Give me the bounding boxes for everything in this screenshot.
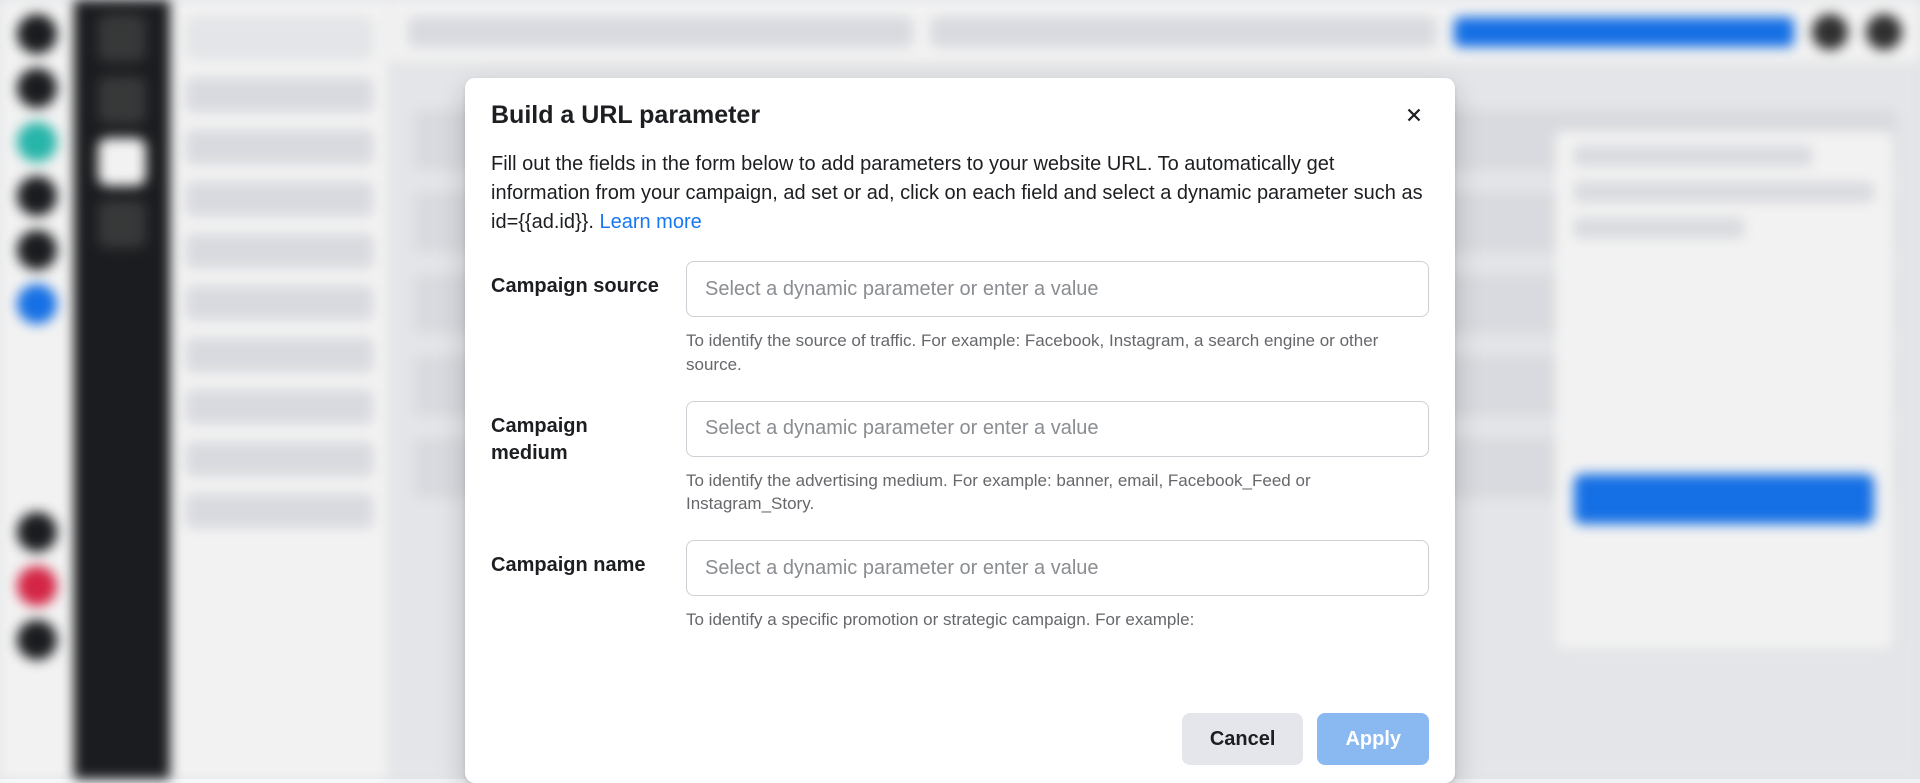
campaign-source-input[interactable] [686,261,1429,317]
learn-more-link[interactable]: Learn more [599,211,701,233]
campaign-medium-help: To identify the advertising medium. For … [686,469,1429,517]
intro-paragraph: Fill out the fields in the form below to… [491,150,1429,237]
apply-button[interactable]: Apply [1317,713,1429,765]
campaign-name-label: Campaign name [491,540,666,632]
modal-header: Build a URL parameter [465,78,1455,136]
campaign-medium-label: Campaign medium [491,401,666,517]
modal-title: Build a URL parameter [491,101,760,130]
campaign-name-help: To identify a specific promotion or stra… [686,608,1429,632]
campaign-name-input[interactable] [686,540,1429,596]
cancel-button[interactable]: Cancel [1182,713,1304,765]
campaign-source-label: Campaign source [491,261,666,377]
url-parameter-modal: Build a URL parameter Fill out the field… [465,78,1455,783]
close-button[interactable] [1399,100,1429,130]
campaign-source-row: Campaign source To identify the source o… [491,261,1429,377]
modal-body[interactable]: Fill out the fields in the form below to… [465,136,1455,701]
campaign-name-row: Campaign name To identify a specific pro… [491,540,1429,632]
campaign-medium-row: Campaign medium To identify the advertis… [491,401,1429,517]
campaign-medium-input[interactable] [686,401,1429,457]
modal-footer: Cancel Apply [465,701,1455,783]
close-icon [1403,104,1425,126]
campaign-source-help: To identify the source of traffic. For e… [686,329,1429,377]
